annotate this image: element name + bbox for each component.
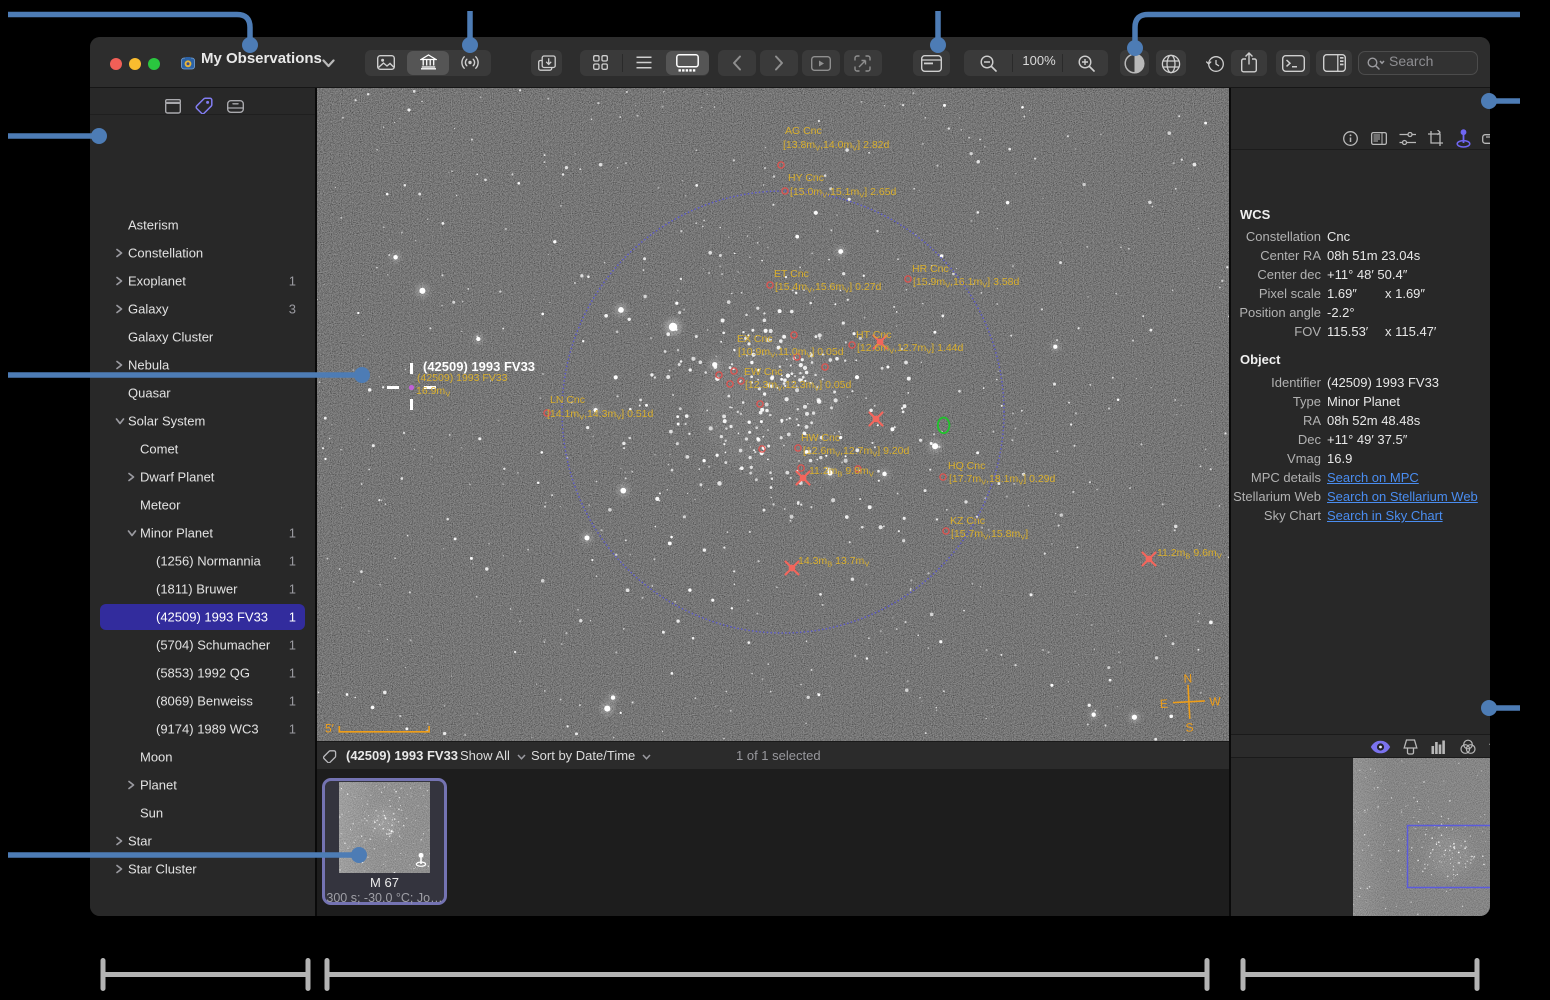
- svg-text:[12.6mV​,12.7mV​] 9.20d: [12.6mV​,12.7mV​] 9.20d: [803, 445, 910, 459]
- svg-text:[10.9mV​,11.0mV​] 0.05d: [10.9mV​,11.0mV​] 0.05d: [738, 346, 844, 360]
- svg-text:E: E: [1160, 697, 1169, 711]
- svg-text:[12.3mV​,12.3mV​] 0.05d: [12.3mV​,12.3mV​] 0.05d: [745, 379, 852, 393]
- svg-text:[15.9mV​,16.1mV​] 3.58d: [15.9mV​,16.1mV​] 3.58d: [913, 276, 1020, 290]
- svg-text:[14.1mV​,14.3mV​] 0.51d: [14.1mV​,14.3mV​] 0.51d: [547, 408, 654, 422]
- svg-text:[15.0mV​,15.1mV​] 2.65d: [15.0mV​,15.1mV​] 2.65d: [790, 186, 897, 200]
- svg-text:HR Cnc: HR Cnc: [912, 263, 949, 275]
- svg-text:HT Cnc: HT Cnc: [856, 329, 891, 341]
- svg-text:5′: 5′: [325, 722, 335, 736]
- svg-text:[17.7mV​,18.1mV​] 0.29d: [17.7mV​,18.1mV​] 0.29d: [949, 473, 1056, 487]
- svg-text:HQ Cnc: HQ Cnc: [948, 460, 985, 472]
- svg-text:[15.7mV​,15.8mV​]: [15.7mV​,15.8mV​]: [951, 528, 1028, 542]
- svg-text:KZ Cnc: KZ Cnc: [950, 515, 985, 527]
- svg-text:S: S: [1185, 720, 1194, 734]
- svg-text:(42509) 1993 FV33: (42509) 1993 FV33: [417, 372, 508, 384]
- svg-text:[15.4mV​,15.6mV​] 0.27d: [15.4mV​,15.6mV​] 0.27d: [775, 281, 882, 295]
- svg-text:EW Cnc: EW Cnc: [744, 366, 783, 378]
- svg-text:14.3mB​ 13.7mV​: 14.3mB​ 13.7mV​: [798, 555, 869, 569]
- svg-text:EX Cnc: EX Cnc: [737, 333, 773, 345]
- svg-text:16.9mV​: 16.9mV​: [416, 385, 450, 399]
- svg-text:LN Cnc: LN Cnc: [550, 394, 585, 406]
- svg-text:AG Cnc: AG Cnc: [785, 125, 822, 137]
- svg-text:W: W: [1209, 694, 1222, 709]
- svg-text:ET Cnc: ET Cnc: [774, 268, 809, 280]
- svg-text:N: N: [1183, 671, 1192, 685]
- svg-text:[12.6mV​,12.7mV​] 1.44d: [12.6mV​,12.7mV​] 1.44d: [857, 342, 964, 356]
- svg-text:HW Cnc: HW Cnc: [801, 432, 840, 444]
- svg-text:[13.8mV​,14.0mV​] 2.82d: [13.8mV​,14.0mV​] 2.82d: [783, 139, 890, 153]
- svg-text:HY Cnc: HY Cnc: [788, 172, 824, 184]
